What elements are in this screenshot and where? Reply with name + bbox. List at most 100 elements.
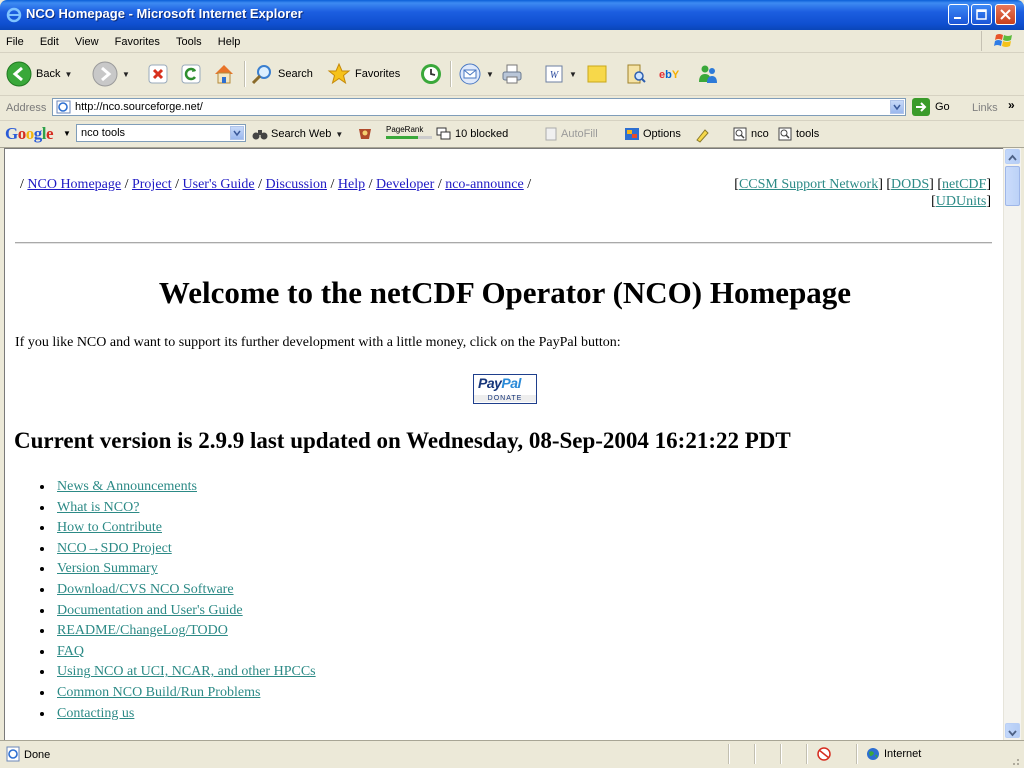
link-contact[interactable]: Contacting us [57, 706, 134, 721]
menu-help[interactable]: Help [212, 32, 246, 48]
edit-button[interactable]: W ▼ [543, 59, 577, 89]
page-done-icon [6, 746, 20, 762]
nav-link-nco-announce[interactable]: nco-announce [445, 177, 524, 192]
popup-blocked-icon [436, 127, 451, 140]
forward-button[interactable]: ▼ [92, 59, 130, 89]
close-button[interactable] [995, 4, 1016, 25]
minimize-button[interactable] [948, 4, 969, 25]
link-build-problems[interactable]: Common NCO Build/Run Problems [57, 685, 260, 700]
address-url: http://nco.sourceforge.net/ [75, 101, 203, 113]
menu-favorites[interactable]: Favorites [109, 32, 165, 48]
breadcrumb-nav: / NCO Homepage / Project / User's Guide … [20, 177, 532, 192]
link-readme[interactable]: README/ChangeLog/TODO [57, 623, 228, 638]
link-download[interactable]: Download/CVS NCO Software [57, 582, 234, 597]
nav-link-project[interactable]: Project [132, 177, 172, 192]
security-zone[interactable]: Internet [866, 747, 921, 761]
nav-link-home[interactable]: NCO Homepage [27, 177, 121, 192]
address-dropdown-button[interactable] [890, 100, 904, 114]
maximize-button[interactable] [971, 4, 992, 25]
chevron-right-icon[interactable]: » [1008, 98, 1015, 112]
messenger-button[interactable] [696, 59, 720, 89]
status-text: Done [24, 749, 51, 761]
chevron-down-icon: ▼ [64, 69, 73, 79]
link-dods[interactable]: DODS [891, 177, 929, 192]
highlight-button[interactable] [694, 127, 710, 143]
nav-link-help[interactable]: Help [338, 177, 365, 192]
paypal-logo: PayPal [478, 375, 521, 391]
history-icon [421, 64, 441, 84]
chevron-down-icon: ▼ [569, 69, 577, 79]
link-sdo-project[interactable]: NCO→SDO Project [57, 541, 172, 556]
chevron-up-icon [1008, 154, 1017, 161]
stop-button[interactable] [147, 59, 169, 89]
nav-link-users-guide[interactable]: User's Guide [183, 177, 255, 192]
history-button[interactable] [419, 59, 443, 89]
windows-flag-icon [981, 31, 1020, 51]
menu-file[interactable]: File [0, 32, 29, 48]
forward-arrow-icon [92, 61, 118, 87]
mail-button[interactable]: ▼ [458, 59, 494, 89]
link-contribute[interactable]: How to Contribute [57, 520, 162, 535]
link-what-is-nco[interactable]: What is NCO? [57, 500, 139, 515]
favorites-button[interactable]: Favorites [327, 59, 400, 89]
close-icon [1000, 9, 1011, 20]
link-using-nco[interactable]: Using NCO at UCI, NCAR, and other HPCCs [57, 664, 316, 679]
scroll-thumb[interactable] [1005, 166, 1020, 206]
browser-window: NCO Homepage - Microsoft Internet Explor… [0, 0, 1024, 768]
go-button[interactable]: Go [912, 98, 950, 116]
link-udunits[interactable]: UDUnits [936, 194, 987, 209]
link-netcdf[interactable]: netCDF [942, 177, 986, 192]
highlighter-icon [696, 129, 709, 143]
search-chip-tools[interactable]: tools [778, 127, 819, 141]
link-documentation[interactable]: Documentation and User's Guide [57, 603, 243, 618]
search-chip-nco[interactable]: nco [733, 127, 769, 141]
search-button[interactable]: Search [250, 59, 313, 89]
content-links-list: News & Announcements What is NCO? How to… [29, 478, 316, 725]
link-version-summary[interactable]: Version Summary [57, 561, 158, 576]
search-web-button[interactable]: Search Web ▼ [252, 127, 343, 141]
nav-link-developer[interactable]: Developer [376, 177, 434, 192]
chevron-down-icon[interactable]: ▼ [63, 129, 71, 138]
address-label: Address [6, 102, 47, 114]
page-title: Welcome to the netCDF Operator (NCO) Hom… [158, 275, 852, 310]
options-button[interactable]: Options [624, 127, 681, 141]
list-item: NCO→SDO Project [29, 540, 316, 561]
link-ccsm[interactable]: CCSM Support Network [739, 177, 878, 192]
nav-link-discussion[interactable]: Discussion [266, 177, 327, 192]
search-site-button[interactable] [357, 127, 373, 141]
ebay-button[interactable]: ebY [658, 59, 684, 89]
autofill-button[interactable]: AutoFill [544, 127, 598, 141]
chevron-down-icon: ▼ [122, 69, 130, 79]
title-bar[interactable]: NCO Homepage - Microsoft Internet Explor… [0, 0, 1024, 30]
research-button[interactable] [624, 59, 648, 89]
link-news[interactable]: News & Announcements [57, 479, 197, 494]
list-item: Documentation and User's Guide [29, 602, 316, 623]
standard-toolbar: Back ▼ ▼ Search Favorites ▼ W ▼ ebY [0, 53, 1024, 96]
vertical-scrollbar[interactable] [1003, 148, 1021, 740]
popup-blocker-button[interactable]: 10 blocked [436, 127, 508, 141]
resize-grip-icon[interactable] [1010, 756, 1020, 766]
globe-icon [867, 748, 879, 760]
favorites-star-icon [327, 62, 351, 85]
word-edit-icon: W [545, 65, 563, 83]
links-toolbar-label[interactable]: Links [972, 102, 998, 114]
menu-edit[interactable]: Edit [34, 32, 64, 48]
refresh-button[interactable] [180, 59, 202, 89]
go-arrow-icon [912, 98, 930, 116]
address-input[interactable]: http://nco.sourceforge.net/ [52, 98, 906, 116]
scroll-up-button[interactable] [1005, 149, 1020, 164]
privacy-icon[interactable] [815, 746, 833, 762]
google-logo[interactable]: Google [5, 124, 54, 144]
back-button[interactable]: Back ▼ [6, 59, 72, 89]
print-button[interactable] [500, 59, 524, 89]
pagerank-indicator[interactable]: PageRank [386, 125, 432, 139]
google-search-dropdown[interactable] [230, 126, 244, 140]
link-faq[interactable]: FAQ [57, 644, 84, 659]
google-search-input[interactable]: nco tools [76, 124, 246, 142]
notes-button[interactable] [585, 59, 609, 89]
scroll-down-button[interactable] [1005, 723, 1020, 738]
menu-tools[interactable]: Tools [170, 32, 207, 48]
home-button[interactable] [212, 59, 236, 89]
paypal-donate-button[interactable]: PayPal DONATE [473, 374, 537, 404]
menu-view[interactable]: View [69, 32, 104, 48]
